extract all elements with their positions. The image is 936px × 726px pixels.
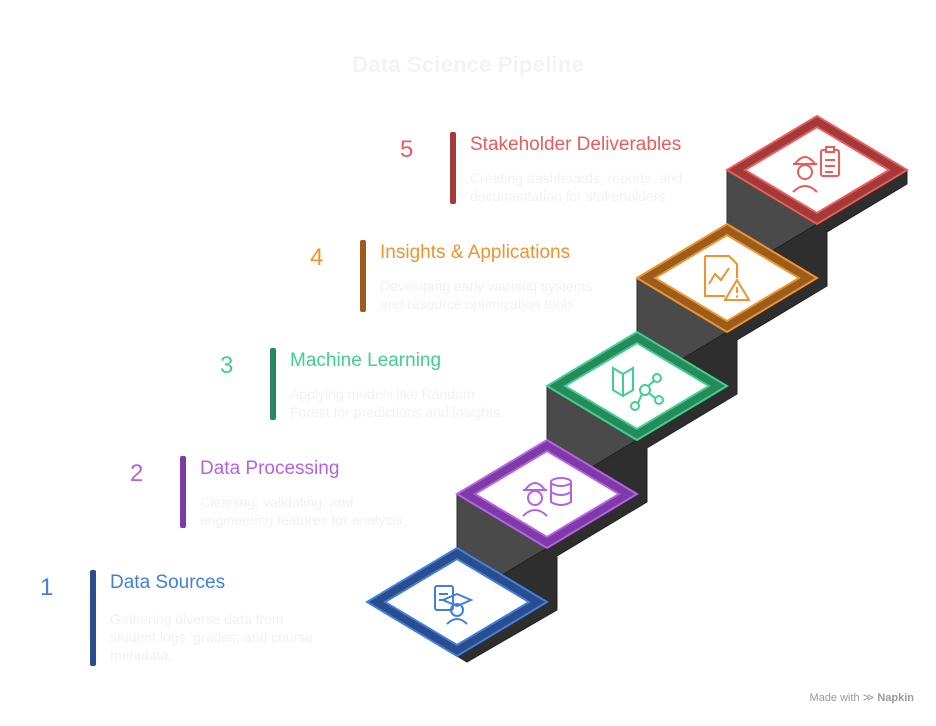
credit: Made with ≫ Napkin — [810, 691, 914, 704]
napkin-logo-icon: ≫ — [862, 692, 875, 704]
credit-prefix: Made with — [809, 692, 860, 704]
credit-brand: Napkin — [877, 692, 914, 704]
staircase-graphic — [365, 114, 909, 663]
